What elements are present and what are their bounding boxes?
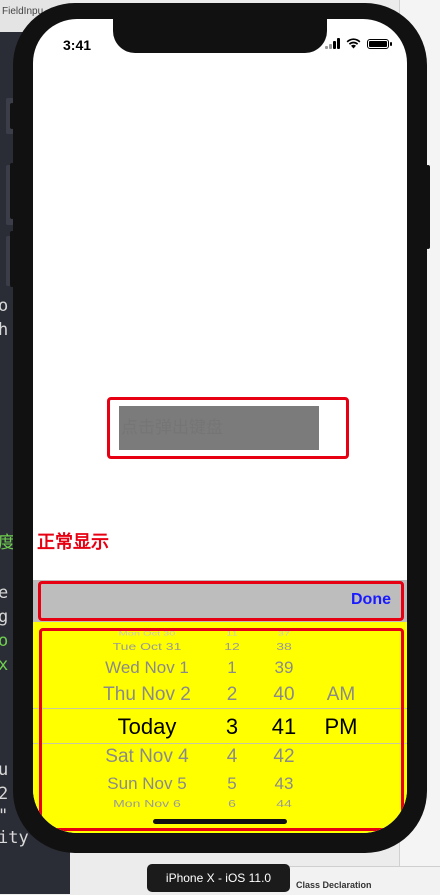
- highlight-box-textfield: [107, 397, 349, 459]
- code-fragment: o: [0, 631, 9, 651]
- status-time: 3:41: [63, 37, 92, 53]
- cellular-signal-icon: [325, 38, 340, 49]
- code-fragment: o: [0, 296, 9, 316]
- highlight-box-picker: [39, 628, 404, 831]
- status-icons: [325, 38, 392, 49]
- volume-up-button: [10, 163, 14, 219]
- code-fragment: h: [0, 320, 9, 340]
- side-power-button: [426, 165, 430, 249]
- volume-down-button: [10, 231, 14, 287]
- code-fragment: ": [0, 806, 8, 826]
- code-fragment: x: [0, 655, 9, 675]
- mute-switch: [10, 103, 14, 129]
- code-fragment: 2: [0, 784, 9, 804]
- code-fragment: e: [0, 583, 9, 603]
- phone-screen: 3:41 正常显示 Done Mon Oct 30 Tue Oct 31 Wed…: [33, 19, 407, 833]
- notch: [113, 19, 327, 53]
- wifi-icon: [346, 38, 361, 49]
- highlight-box-toolbar: [38, 581, 404, 621]
- code-fragment: ity: [0, 828, 29, 848]
- simulator-device-caption: iPhone X - iOS 11.0: [147, 864, 290, 892]
- class-declaration-label: Class Declaration: [296, 880, 372, 890]
- battery-icon: [367, 38, 392, 49]
- code-fragment: u: [0, 760, 9, 780]
- code-fragment: g: [0, 607, 9, 627]
- home-indicator[interactable]: [153, 819, 287, 824]
- annotation-label: 正常显示: [37, 532, 109, 553]
